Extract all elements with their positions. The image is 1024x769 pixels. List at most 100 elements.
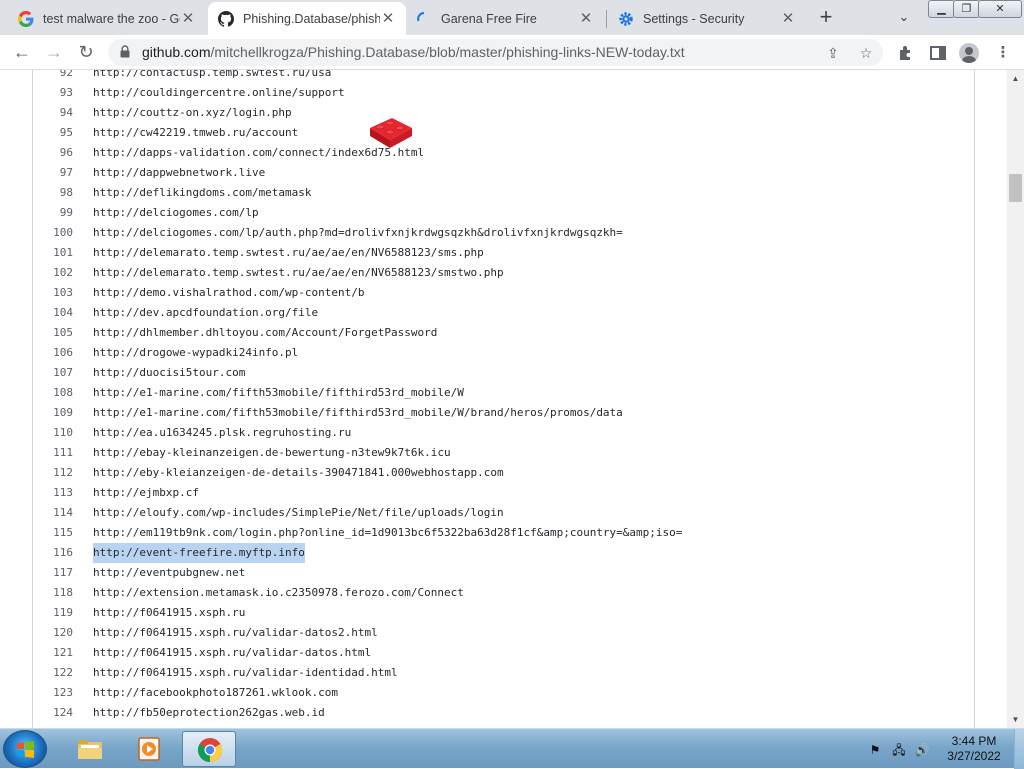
settings-gear-icon xyxy=(619,11,633,26)
code-line: 120 http://f0641915.xsph.ru/validar-datos… xyxy=(33,623,974,643)
line-number[interactable]: 101 xyxy=(33,243,73,263)
url-text: http://dhlmember.dhltoyou.com/Account/Fo… xyxy=(93,326,438,339)
line-number[interactable]: 104 xyxy=(33,303,73,323)
taskbar-file-explorer[interactable] xyxy=(63,731,117,767)
close-tab-icon[interactable]: ✕ xyxy=(780,10,796,27)
extensions-puzzle-icon[interactable] xyxy=(896,43,916,63)
close-tab-icon[interactable]: ✕ xyxy=(380,10,396,27)
code-line: 94 http://couttz-on.xyz/login.php xyxy=(33,103,974,123)
scroll-down-arrow-icon[interactable]: ▼ xyxy=(1011,715,1020,724)
start-button[interactable] xyxy=(3,730,47,768)
tab-title: test malware the zoo - Go xyxy=(43,11,180,26)
close-window-button[interactable]: ✕ xyxy=(978,0,1022,18)
line-number[interactable]: 121 xyxy=(33,643,73,663)
tab-settings-security[interactable]: Settings - Security ✕ xyxy=(608,2,806,35)
close-tab-icon[interactable]: ✕ xyxy=(578,10,594,27)
line-number[interactable]: 124 xyxy=(33,703,73,723)
address-bar[interactable]: github.com/mitchellkrogza/Phishing.Datab… xyxy=(108,39,883,66)
line-number[interactable]: 116 xyxy=(33,543,73,563)
line-number[interactable]: 93 xyxy=(33,83,73,103)
line-number[interactable]: 122 xyxy=(33,663,73,683)
url-text: http://e1-marine.com/fifth53mobile/fifth… xyxy=(93,406,623,419)
code-line: 92 http://contactusp.temp.swtest.ru/usa xyxy=(33,70,974,83)
tab-google-search[interactable]: test malware the zoo - Go ✕ xyxy=(8,2,206,35)
show-desktop-button[interactable] xyxy=(1014,729,1024,769)
github-icon xyxy=(218,10,234,27)
scroll-up-arrow-icon[interactable]: ▲ xyxy=(1011,74,1020,83)
system-clock[interactable]: 3:44 PM 3/27/2022 xyxy=(936,734,1012,764)
file-content: 92 http://contactusp.temp.swtest.ru/usa 93… xyxy=(33,70,974,723)
line-number[interactable]: 94 xyxy=(33,103,73,123)
minimize-button[interactable]: ▁ xyxy=(928,0,955,18)
tab-garena-free-fire[interactable]: Garena Free Fire ✕ xyxy=(406,2,604,35)
more-menu-icon[interactable]: ⋮ xyxy=(993,43,1013,63)
code-line: 109 http://e1-marine.com/fifth53mobile/fi… xyxy=(33,403,974,423)
code-line: 93 http://couldingercentre.online/support xyxy=(33,83,974,103)
line-number[interactable]: 95 xyxy=(33,123,73,143)
line-number[interactable]: 120 xyxy=(33,623,73,643)
code-line: 95 http://cw42219.tmweb.ru/account xyxy=(33,123,974,143)
back-arrow-icon[interactable]: ← xyxy=(9,39,35,65)
volume-icon[interactable]: 🔊 xyxy=(914,742,930,758)
line-number[interactable]: 117 xyxy=(33,563,73,583)
code-line: 100 http://delciogomes.com/lp/auth.php?md… xyxy=(33,223,974,243)
url-host: github.com xyxy=(142,44,211,60)
code-line: 122 http://f0641915.xsph.ru/validar-ident… xyxy=(33,663,974,683)
reload-icon[interactable]: ↻ xyxy=(73,39,99,65)
line-number[interactable]: 92 xyxy=(33,70,73,83)
line-number[interactable]: 113 xyxy=(33,483,73,503)
new-tab-button[interactable]: + xyxy=(812,3,840,31)
address-url[interactable]: github.com/mitchellkrogza/Phishing.Datab… xyxy=(142,44,685,60)
code-line: 115 http://em119tb9nk.com/login.php?onlin… xyxy=(33,523,974,543)
line-number[interactable]: 108 xyxy=(33,383,73,403)
profile-avatar-icon[interactable] xyxy=(959,43,979,63)
url-text: http://cw42219.tmweb.ru/account xyxy=(93,126,299,139)
line-number[interactable]: 118 xyxy=(33,583,73,603)
tab-phishing-database[interactable]: Phishing.Database/phishi ✕ xyxy=(208,2,406,35)
file-box-right-border xyxy=(974,70,975,728)
line-number[interactable]: 99 xyxy=(33,203,73,223)
line-number[interactable]: 97 xyxy=(33,163,73,183)
line-number[interactable]: 109 xyxy=(33,403,73,423)
code-line: 113 http://ejmbxp.cf xyxy=(33,483,974,503)
line-number[interactable]: 114 xyxy=(33,503,73,523)
page-scrollbar[interactable]: ▲ ▼ xyxy=(1007,70,1024,728)
code-line: 123 http://facebookphoto187261.wklook.com xyxy=(33,683,974,703)
bookmark-star-icon[interactable]: ☆ xyxy=(857,44,875,62)
line-number[interactable]: 106 xyxy=(33,343,73,363)
url-path: /mitchellkrogza/Phishing.Database/blob/m… xyxy=(210,44,685,60)
url-text: http://dappwebnetwork.live xyxy=(93,166,266,179)
taskbar-media-player[interactable] xyxy=(122,731,176,767)
line-number[interactable]: 115 xyxy=(33,523,73,543)
code-line: 114 http://eloufy.com/wp-includes/SimpleP… xyxy=(33,503,974,523)
scrollbar-thumb[interactable] xyxy=(1009,174,1022,202)
restore-button[interactable]: ❐ xyxy=(953,0,980,18)
action-center-flag-icon[interactable]: ⚑ xyxy=(867,742,883,758)
line-number[interactable]: 98 xyxy=(33,183,73,203)
line-number[interactable]: 100 xyxy=(33,223,73,243)
tab-search-chevron-icon[interactable]: ⌄ xyxy=(893,6,915,28)
share-icon[interactable]: ⇪ xyxy=(824,44,842,62)
line-number[interactable]: 110 xyxy=(33,423,73,443)
line-number[interactable]: 102 xyxy=(33,263,73,283)
line-number[interactable]: 123 xyxy=(33,683,73,703)
url-text: http://delciogomes.com/lp xyxy=(93,206,259,219)
line-number[interactable]: 119 xyxy=(33,603,73,623)
line-number[interactable]: 112 xyxy=(33,463,73,483)
url-text: http://f0641915.xsph.ru/validar-datos2.h… xyxy=(93,626,378,639)
close-tab-icon[interactable]: ✕ xyxy=(180,10,196,27)
url-text: http://drogowe-wypadki24info.pl xyxy=(93,346,299,359)
line-number[interactable]: 105 xyxy=(33,323,73,343)
forward-arrow-icon[interactable]: → xyxy=(41,39,67,65)
taskbar-chrome[interactable] xyxy=(182,731,236,767)
line-number[interactable]: 107 xyxy=(33,363,73,383)
line-number[interactable]: 103 xyxy=(33,283,73,303)
line-number[interactable]: 96 xyxy=(33,143,73,163)
line-number[interactable]: 111 xyxy=(33,443,73,463)
network-icon[interactable]: 🖧 xyxy=(891,742,907,758)
url-text: http://ejmbxp.cf xyxy=(93,486,199,499)
side-panel-icon[interactable] xyxy=(928,43,948,63)
lock-icon[interactable] xyxy=(120,45,130,58)
code-line: 112 http://eby-kleianzeigen-de-details-39… xyxy=(33,463,974,483)
windows-logo-icon xyxy=(17,741,34,758)
